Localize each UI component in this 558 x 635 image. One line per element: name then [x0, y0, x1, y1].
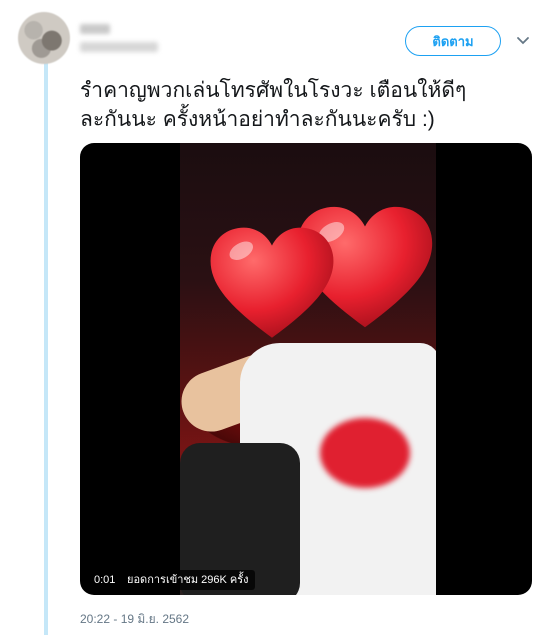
video-views-badge: ยอดการเข้าชม 296K ครั้ง [121, 570, 255, 590]
blurred-display-name[interactable] [80, 24, 110, 34]
video-player[interactable]: 0:01 ยอดการเข้าชม 296K ครั้ง [80, 143, 532, 595]
heart-emoji-icon [210, 227, 334, 338]
tweet-text: รำคาญพวกเล่นโทรศัพในโรงวะ เตือนให้ดีๆ ละ… [80, 76, 540, 134]
chevron-down-icon[interactable] [516, 36, 530, 46]
tweet-timestamp[interactable]: 20:22 - 19 มิ.ย. 2562 [80, 610, 189, 629]
red-blur-censor [320, 418, 410, 488]
blurred-username[interactable] [80, 42, 158, 52]
avatar[interactable] [18, 12, 70, 64]
follow-button[interactable]: ติดตาม [405, 26, 501, 56]
video-frame[interactable] [180, 143, 436, 595]
tweet-text-line2: ละกันนะ ครั้งหน้าอย่าทำละกันนะครับ :) [80, 108, 435, 131]
tweet-text-line1: รำคาญพวกเล่นโทรศัพในโรงวะ เตือนให้ดีๆ [80, 79, 467, 102]
video-time-badge: 0:01 [88, 570, 122, 590]
thread-line [44, 60, 48, 635]
